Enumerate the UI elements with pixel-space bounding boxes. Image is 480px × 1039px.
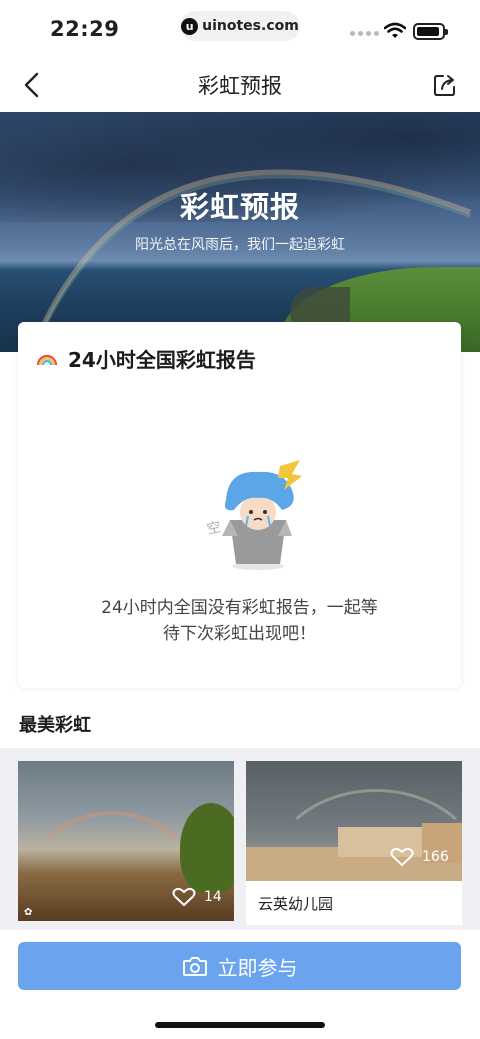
url-pill[interactable]: u uinotes.com bbox=[180, 11, 300, 41]
signal-icon bbox=[350, 31, 379, 36]
page-title: 彩虹预报 bbox=[198, 74, 282, 98]
photo-card[interactable]: ✿ 14 bbox=[18, 761, 234, 921]
empty-message: 24小时内全国没有彩虹报告，一起等 待下次彩虹出现吧！ bbox=[101, 598, 378, 644]
home-indicator bbox=[155, 1022, 325, 1028]
photo-caption: 云英幼儿园 bbox=[258, 895, 334, 913]
like-group[interactable]: 14 bbox=[172, 887, 222, 907]
heart-icon bbox=[390, 847, 414, 866]
report-title: 24小时全国彩虹报告 bbox=[68, 348, 256, 372]
like-group[interactable]: 166 bbox=[390, 847, 449, 867]
join-button[interactable]: 立即参与 bbox=[18, 942, 461, 990]
heart-icon bbox=[172, 887, 196, 906]
site-logo-icon: u bbox=[181, 17, 199, 35]
rainbow-icon bbox=[36, 354, 58, 365]
status-time: 22:29 bbox=[50, 17, 120, 41]
join-button-label: 立即参与 bbox=[217, 955, 298, 980]
photo-card[interactable]: 166 云英幼儿园 bbox=[246, 761, 462, 925]
camera-icon bbox=[182, 957, 207, 976]
status-bar: 22:29 u uinotes.com bbox=[0, 0, 480, 58]
like-count: 14 bbox=[204, 889, 222, 905]
wifi-icon bbox=[384, 22, 406, 38]
empty-mark: 空 bbox=[206, 519, 223, 538]
photo-tag-icon: ✿ bbox=[24, 907, 33, 918]
hero-banner: 彩虹预报 阳光总在风雨后，我们一起追彩虹 bbox=[0, 112, 480, 352]
nav-bar: 彩虹预报 bbox=[0, 58, 480, 112]
empty-state-illustration: 空 bbox=[206, 460, 302, 570]
url-text: uinotes.com bbox=[202, 18, 299, 34]
like-count: 166 bbox=[422, 849, 449, 865]
battery-icon bbox=[413, 23, 448, 40]
rainbow-report-card: 24小时全国彩虹报告 空 24小时内全国没有彩虹报告，一起等 待下次彩虹出现吧！ bbox=[18, 322, 461, 688]
share-icon[interactable] bbox=[430, 70, 460, 100]
section-title-best-rainbow: 最美彩虹 bbox=[19, 715, 91, 736]
hero-subtitle: 阳光总在风雨后，我们一起追彩虹 bbox=[135, 237, 345, 253]
hero-title: 彩虹预报 bbox=[179, 190, 300, 224]
